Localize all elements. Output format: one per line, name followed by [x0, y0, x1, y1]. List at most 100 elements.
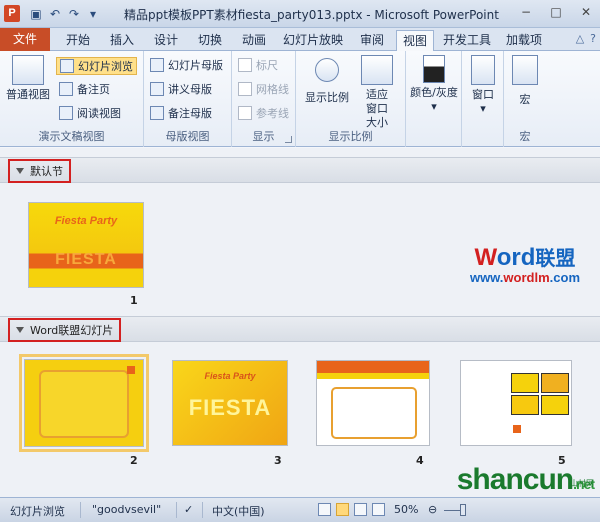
group-window: 窗口 ▾	[462, 51, 504, 147]
watermark-url: www.wordlm.com	[469, 270, 580, 285]
handout-master-button[interactable]: 讲义母版	[150, 81, 212, 97]
window-button[interactable]: 窗口 ▾	[466, 55, 500, 116]
gridlines-label: 网格线	[256, 83, 289, 96]
dialog-launcher-icon[interactable]	[285, 136, 292, 143]
reading-view-label: 阅读视图	[77, 107, 121, 120]
slide-corner-mark	[127, 366, 135, 374]
slide-thumbnail[interactable]: Fiesta Party FIESTA	[28, 202, 144, 288]
zoom-out-icon[interactable]: ⊖	[428, 503, 437, 516]
gridlines-checkbox[interactable]: 网格线	[238, 81, 289, 97]
tab-insert[interactable]: 插入	[104, 30, 140, 51]
slide-header-band	[317, 361, 429, 373]
fit-to-window-button[interactable]: 适应窗口大小	[352, 55, 402, 130]
tab-review[interactable]: 审阅	[354, 30, 390, 51]
section-header-default[interactable]: 默认节	[0, 157, 600, 183]
status-theme: "goodvsevil"	[92, 503, 162, 516]
tab-view[interactable]: 视图	[396, 30, 434, 52]
ruler-checkbox[interactable]: 标尺	[238, 57, 278, 73]
slide-content-frame	[39, 370, 129, 438]
checkbox-icon	[238, 58, 252, 72]
macros-icon	[512, 55, 538, 85]
slide-master-button[interactable]: 幻灯片母版	[150, 57, 223, 73]
macros-button[interactable]: 宏	[508, 55, 542, 107]
slide-thumbnail[interactable]: Fiesta Party FIESTA	[172, 360, 288, 446]
undo-icon[interactable]: ↶	[47, 6, 63, 22]
status-separator	[202, 502, 203, 518]
notes-master-label: 备注母版	[168, 107, 212, 120]
close-button[interactable]: ✕	[578, 5, 594, 19]
spell-check-icon[interactable]: ✓	[184, 503, 193, 516]
group-presentation-views: 普通视图 幻灯片浏览 备注页 阅读视图 演示文稿视图	[0, 51, 144, 147]
group-label: 演示文稿视图	[38, 130, 105, 143]
status-language[interactable]: 中文(中国)	[212, 503, 265, 519]
slide-thumbnail[interactable]	[460, 360, 572, 446]
reading-view-icon	[59, 106, 73, 120]
slide-sorter-view-icon[interactable]	[336, 503, 349, 516]
help-icon[interactable]: ?	[590, 32, 596, 45]
section-title-box[interactable]: 默认节	[8, 159, 71, 183]
section-header-wordlm[interactable]: Word联盟幻灯片	[0, 316, 600, 342]
slide-corner-mark	[513, 425, 521, 433]
redo-icon[interactable]: ↷	[66, 6, 82, 22]
tab-slideshow[interactable]: 幻灯片放映	[280, 30, 346, 51]
reading-view-icon[interactable]	[354, 503, 367, 516]
chevron-down-icon: ▾	[431, 100, 437, 113]
notes-page-icon	[59, 82, 73, 96]
title-bar: P ▣ ↶ ↷ ▾ 精品ppt模板PPT素材fiesta_party013.pp…	[0, 0, 600, 28]
zoom-slider-thumb[interactable]	[460, 504, 466, 516]
notes-page-button[interactable]: 备注页	[59, 81, 110, 97]
window-controls: − □ ✕	[518, 5, 594, 19]
slide-master-label: 幻灯片母版	[168, 59, 223, 72]
color-grayscale-icon	[423, 55, 445, 83]
save-icon[interactable]: ▣	[28, 6, 44, 22]
tab-file[interactable]: 文件	[0, 28, 50, 51]
fit-to-window-label: 适应窗口大小	[366, 88, 388, 129]
slideshow-view-icon[interactable]	[372, 503, 385, 516]
normal-view-icon[interactable]	[318, 503, 331, 516]
notes-master-button[interactable]: 备注母版	[150, 105, 212, 121]
zoom-label: 显示比例	[305, 91, 349, 104]
customize-icon[interactable]: ▾	[85, 6, 101, 22]
guides-checkbox[interactable]: 参考线	[238, 105, 289, 121]
handout-master-label: 讲义母版	[168, 83, 212, 96]
slide-image-block	[511, 395, 539, 415]
tab-transitions[interactable]: 切换	[192, 30, 228, 51]
slide-image-block	[541, 373, 569, 393]
shancun-watermark-sub: 山村网	[570, 479, 594, 488]
slide-thumbnail[interactable]	[19, 354, 149, 452]
slide-image-block	[511, 373, 539, 393]
status-separator	[80, 502, 81, 518]
powerpoint-app-icon[interactable]: P	[4, 5, 20, 22]
tab-addins[interactable]: 加载项	[502, 30, 546, 51]
collapse-triangle-icon[interactable]	[16, 168, 24, 174]
notes-master-icon	[150, 106, 164, 120]
slide-number: 4	[416, 454, 424, 467]
collapse-triangle-icon[interactable]	[16, 327, 24, 333]
minimize-ribbon-icon[interactable]: △	[576, 32, 584, 45]
minimize-button[interactable]: −	[518, 5, 534, 19]
tab-animations[interactable]: 动画	[236, 30, 272, 51]
color-grayscale-label: 颜色/灰度	[410, 86, 458, 99]
slide-sorter-button[interactable]: 幻灯片浏览	[56, 57, 137, 75]
zoom-level[interactable]: 50%	[394, 503, 418, 516]
tab-design[interactable]: 设计	[148, 30, 184, 51]
group-master-views: 幻灯片母版 讲义母版 备注母版 母版视图	[144, 51, 232, 147]
fit-window-icon	[361, 55, 393, 85]
slide-word: FIESTA	[188, 395, 272, 420]
color-grayscale-button[interactable]: 颜色/灰度 ▾	[408, 55, 460, 114]
ribbon-tabs: 文件 开始 插入 设计 切换 动画 幻灯片放映 审阅 视图 开发工具 加载项 △…	[0, 28, 600, 52]
reading-view-button[interactable]: 阅读视图	[59, 105, 121, 121]
tab-developer[interactable]: 开发工具	[440, 30, 494, 51]
slide-thumbnail[interactable]	[316, 360, 430, 446]
zoom-button[interactable]: 显示比例	[300, 55, 354, 105]
normal-view-button[interactable]: 普通视图	[4, 55, 52, 102]
maximize-button[interactable]: □	[548, 5, 564, 19]
normal-view-label: 普通视图	[6, 88, 50, 101]
group-label: 显示比例	[328, 130, 373, 143]
window-label: 窗口	[472, 88, 494, 101]
slide-word: FIESTA	[55, 251, 117, 268]
notes-page-label: 备注页	[77, 83, 110, 96]
tab-home[interactable]: 开始	[60, 30, 96, 51]
slide-accent-band	[317, 373, 429, 379]
section-title-box[interactable]: Word联盟幻灯片	[8, 318, 122, 342]
